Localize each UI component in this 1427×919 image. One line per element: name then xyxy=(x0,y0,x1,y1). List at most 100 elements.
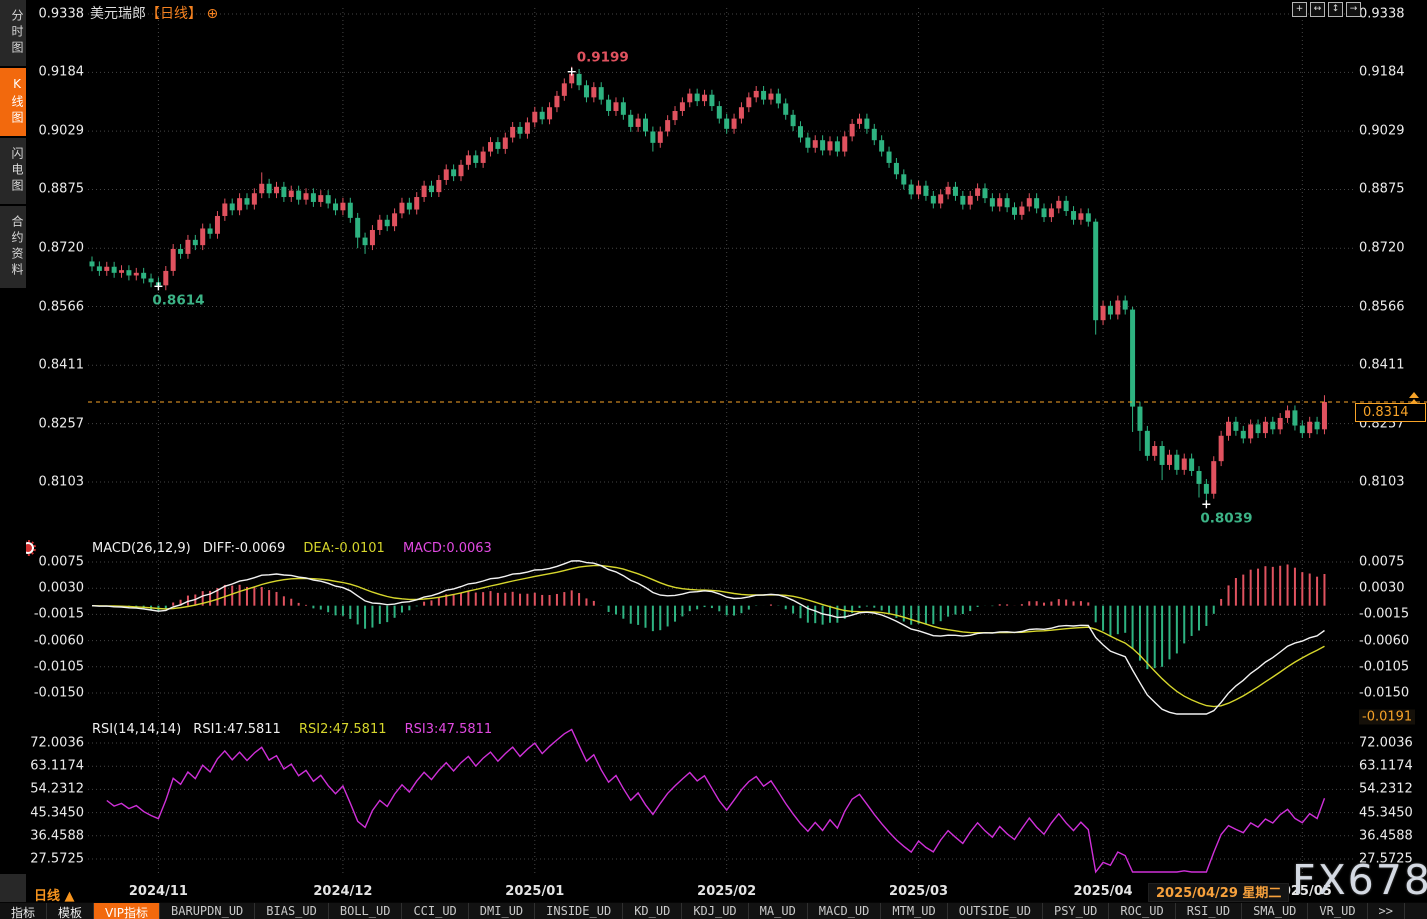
candle xyxy=(754,91,759,97)
y-axis-label: -0.0150 xyxy=(1359,686,1409,701)
sidebar-tab-1[interactable]: K线图 xyxy=(0,68,26,136)
y-axis-label: 0.8566 xyxy=(1359,299,1405,314)
y-axis-label: 0.9184 xyxy=(1359,65,1405,80)
candle xyxy=(363,238,368,246)
candle xyxy=(724,119,729,129)
toolbar-item-RSI_UD[interactable]: RSI_UD xyxy=(1176,903,1242,919)
candle xyxy=(267,184,272,193)
candle xyxy=(230,203,235,210)
sidebar-tab-2[interactable]: 闪电图 xyxy=(0,138,26,204)
toolbar-item-VIP指标[interactable]: VIP指标 xyxy=(94,903,160,919)
y-axis-label: 45.3450 xyxy=(1359,805,1413,820)
candle xyxy=(281,187,286,197)
candle xyxy=(1204,484,1209,494)
candle xyxy=(813,140,818,148)
pan-right-icon[interactable]: → xyxy=(1346,2,1361,17)
chart-canvas[interactable]: 0.91990.86140.8039 xyxy=(0,0,1427,919)
candle xyxy=(717,106,722,119)
candle xyxy=(835,141,840,151)
toolbar-item-MACD_UD[interactable]: MACD_UD xyxy=(808,903,882,919)
candle xyxy=(1307,422,1312,433)
candle xyxy=(126,270,131,275)
toolbar-item-MTM_UD[interactable]: MTM_UD xyxy=(881,903,947,919)
candle xyxy=(673,111,678,120)
candle xyxy=(436,180,441,192)
candle xyxy=(894,163,899,174)
toolbar-item-CCI_UD[interactable]: CCI_UD xyxy=(402,903,468,919)
indicator-toolbar: 指标模板VIP指标BARUPDN_UDBIAS_UDBOLL_UDCCI_UDD… xyxy=(0,902,1427,919)
candle xyxy=(702,95,707,101)
zoom-vertical-icon[interactable]: ↕ xyxy=(1328,2,1343,17)
rsi-line xyxy=(107,730,1325,873)
candle xyxy=(591,87,596,97)
candle xyxy=(104,267,109,271)
candle xyxy=(1189,459,1194,472)
candle xyxy=(1064,201,1069,211)
candle xyxy=(680,102,685,111)
toolbar-more-button[interactable]: >> xyxy=(1368,903,1405,919)
toolbar-item-KD_UD[interactable]: KD_UD xyxy=(623,903,682,919)
y-axis-label: 0.9029 xyxy=(1359,124,1405,139)
candle xyxy=(850,124,855,137)
candle xyxy=(695,94,700,102)
candle xyxy=(1322,402,1327,429)
toolbar-item-KDJ_UD[interactable]: KDJ_UD xyxy=(682,903,748,919)
candle xyxy=(134,273,139,276)
candle xyxy=(1256,424,1261,433)
high-annotation: 0.9199 xyxy=(577,50,629,66)
candle xyxy=(244,198,249,204)
candle xyxy=(621,102,626,115)
y-axis-label: 0.8411 xyxy=(1359,358,1405,373)
toolbar-item-BARUPDN_UD[interactable]: BARUPDN_UD xyxy=(160,903,255,919)
candle xyxy=(1130,310,1135,407)
candle xyxy=(488,142,493,151)
y-axis-label: -0.0105 xyxy=(1359,659,1409,674)
toolbar-item-OUTSIDE_UD[interactable]: OUTSIDE_UD xyxy=(948,903,1043,919)
rsi3-value: RSI3:47.5811 xyxy=(405,722,493,737)
candle xyxy=(901,174,906,184)
candle xyxy=(1071,211,1076,220)
chart-tool-buttons: +↔↕→ xyxy=(1292,2,1361,17)
candle xyxy=(407,203,412,210)
candle xyxy=(510,127,515,138)
candle xyxy=(842,136,847,151)
y-axis-label: 0.8720 xyxy=(1359,241,1405,256)
toolbar-item-INSIDE_UD[interactable]: INSIDE_UD xyxy=(535,903,623,919)
toolbar-item-PSY_UD[interactable]: PSY_UD xyxy=(1043,903,1109,919)
candle xyxy=(783,103,788,114)
candle xyxy=(252,193,257,204)
candle xyxy=(1219,436,1224,461)
candle xyxy=(1197,471,1202,484)
toolbar-item-指标[interactable]: 指标 xyxy=(0,903,47,919)
toolbar-item-BOLL_UD[interactable]: BOLL_UD xyxy=(329,903,403,919)
sidebar-tab-0[interactable]: 分时图 xyxy=(0,0,26,66)
candle xyxy=(289,191,294,197)
candle xyxy=(584,85,589,97)
toolbar-item-BIAS_UD[interactable]: BIAS_UD xyxy=(255,903,329,919)
candle xyxy=(650,131,655,142)
watermark-logo: FX678 xyxy=(1292,856,1427,904)
toolbar-item-MA_UD[interactable]: MA_UD xyxy=(749,903,808,919)
y-axis-label: 0.9338 xyxy=(1359,7,1405,22)
rsi-header: RSI(14,14,14) RSI1:47.5811 RSI2:47.5811 … xyxy=(92,722,492,737)
candle xyxy=(1315,422,1320,430)
toolbar-item-VR_UD[interactable]: VR_UD xyxy=(1308,903,1367,919)
toolbar-item-DMI_UD[interactable]: DMI_UD xyxy=(469,903,535,919)
y-axis-label: 36.4588 xyxy=(1359,828,1413,843)
toolbar-item-ROC_UD[interactable]: ROC_UD xyxy=(1109,903,1175,919)
toolbar-item-模板[interactable]: 模板 xyxy=(47,903,94,919)
candle xyxy=(658,131,663,142)
candle xyxy=(805,138,810,148)
candle xyxy=(171,249,176,271)
candle xyxy=(429,186,434,192)
candle xyxy=(1248,424,1253,438)
zoom-horizontal-icon[interactable]: ↔ xyxy=(1310,2,1325,17)
candle xyxy=(355,218,360,238)
sidebar-tab-3[interactable]: 合约资料 xyxy=(0,206,26,288)
crosshair-tool-icon[interactable]: + xyxy=(1292,2,1307,17)
extreme-marker xyxy=(1202,500,1210,508)
candle xyxy=(798,126,803,137)
expand-icon[interactable]: ⊕ xyxy=(206,6,218,22)
toolbar-item-SMA_UD[interactable]: SMA_UD xyxy=(1242,903,1308,919)
candle xyxy=(208,228,213,233)
